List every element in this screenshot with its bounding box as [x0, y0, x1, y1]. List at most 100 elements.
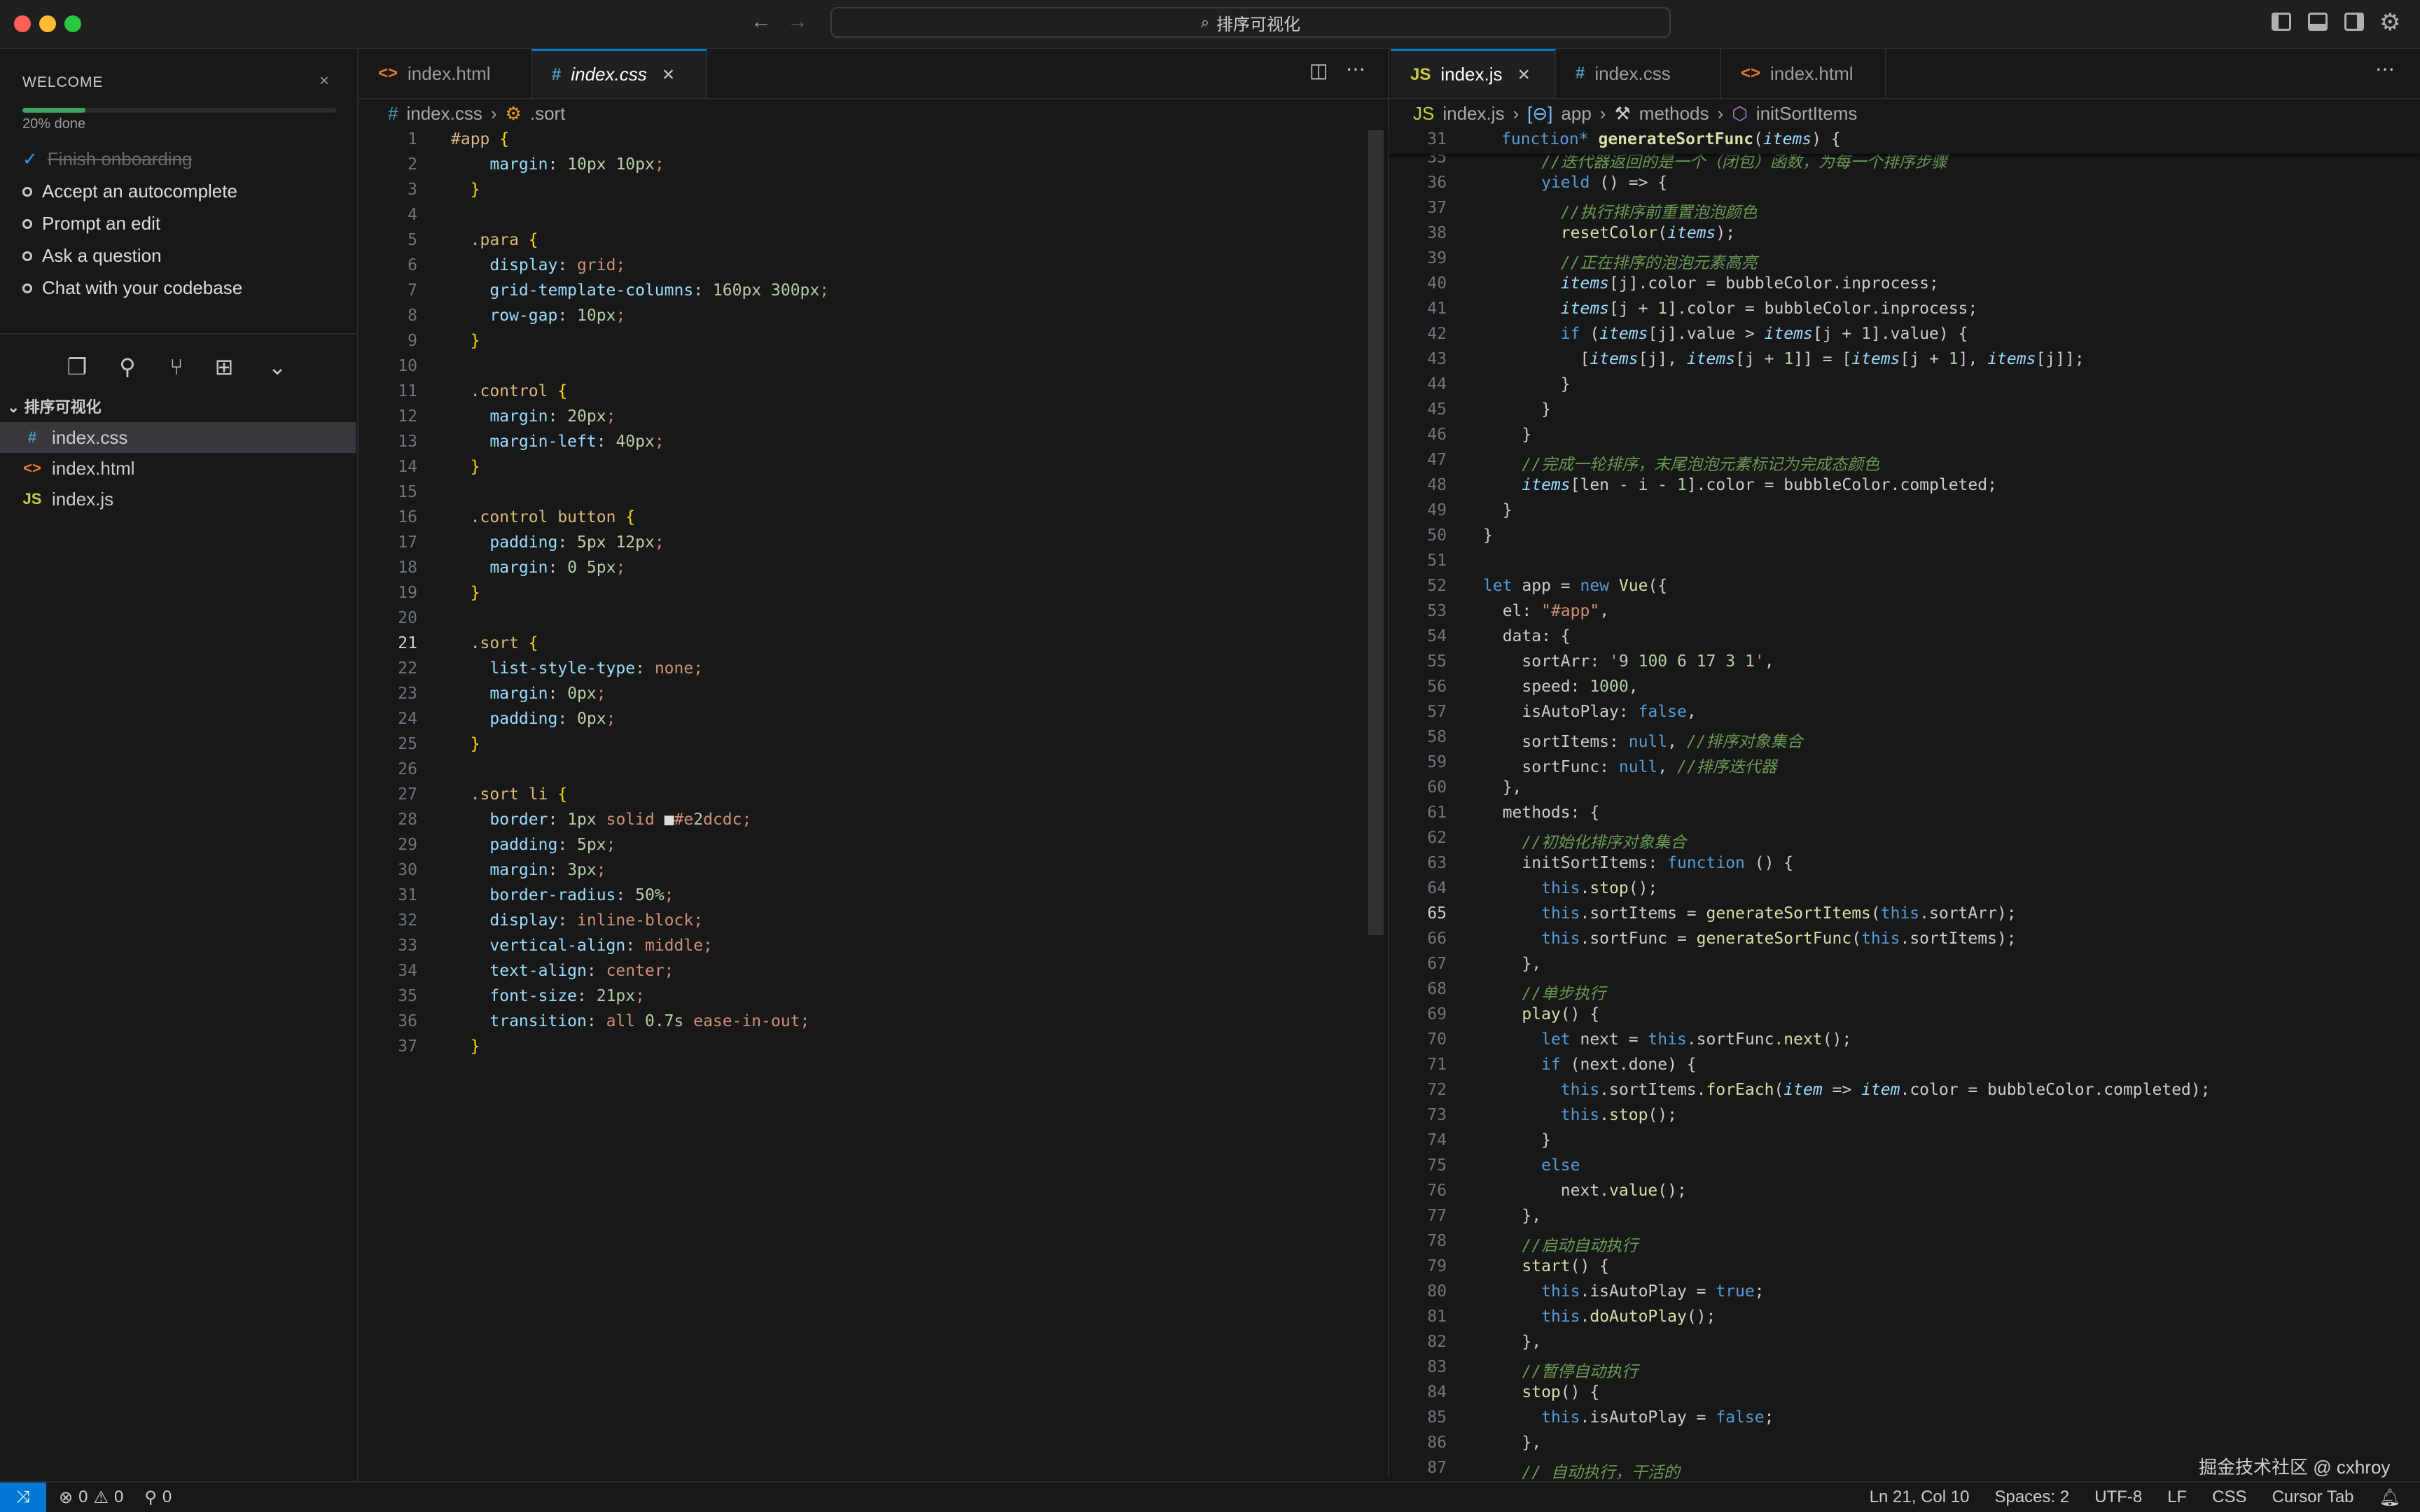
breadcrumb-item[interactable]: .sort	[530, 103, 566, 125]
code-line[interactable]: }	[451, 584, 480, 602]
code-line[interactable]: }	[451, 458, 480, 476]
code-line[interactable]: border: 1px solid ■#e2dcdc;	[451, 811, 751, 829]
cursor-tab[interactable]: Cursor Tab	[2272, 1488, 2354, 1507]
code-line[interactable]: //初始化排序对象集合	[1483, 829, 1686, 853]
code-line[interactable]: let next = this.sortFunc.next();	[1483, 1030, 1851, 1049]
code-line[interactable]: },	[1483, 1207, 1541, 1225]
onboarding-item[interactable]: Chat with your codebase	[22, 277, 242, 299]
code-line[interactable]: padding: 0px;	[451, 710, 616, 728]
code-line[interactable]: //启动自动执行	[1483, 1232, 1638, 1256]
onboarding-item[interactable]: Ask a question	[22, 245, 162, 267]
code-line[interactable]: next.value();	[1483, 1182, 1687, 1200]
code-line[interactable]: // 自动执行，干活的	[1483, 1459, 1680, 1483]
code-line[interactable]: },	[1483, 955, 1541, 973]
code-line[interactable]: padding: 5px;	[451, 836, 616, 854]
language-mode[interactable]: CSS	[2212, 1488, 2246, 1507]
explorer-folder-header[interactable]: ⌄ 排序可视化	[7, 395, 102, 417]
code-line[interactable]: margin: 0 5px;	[451, 559, 625, 577]
code-line[interactable]: start() {	[1483, 1257, 1609, 1275]
file-item[interactable]: <> index.html	[0, 453, 356, 484]
code-line[interactable]: items[len - i - 1].color = bubbleColor.c…	[1483, 476, 1997, 494]
window-close-button[interactable]	[14, 15, 31, 32]
code-line[interactable]: .sort li {	[451, 785, 567, 804]
code-line[interactable]: margin: 20px;	[451, 407, 616, 426]
code-line[interactable]: resetColor(items);	[1483, 224, 1735, 242]
code-line[interactable]: play() {	[1483, 1005, 1599, 1023]
code-line[interactable]: //单步执行	[1483, 980, 1606, 1004]
code-line[interactable]: }	[1483, 501, 1512, 519]
file-item[interactable]: # index.css	[0, 422, 356, 453]
toggle-panel-icon[interactable]	[2308, 13, 2328, 31]
end-of-line[interactable]: LF	[2167, 1488, 2187, 1507]
breadcrumb-item[interactable]: index.css	[406, 103, 482, 125]
toggle-secondary-sidebar-icon[interactable]	[2344, 13, 2364, 31]
code-line[interactable]: grid-template-columns: 160px 300px;	[451, 281, 829, 300]
code-line[interactable]: yield () => {	[1483, 174, 1667, 192]
code-line[interactable]: this.sortItems.forEach(item => item.colo…	[1483, 1081, 2211, 1099]
search-view-icon[interactable]: ⚲	[113, 353, 141, 381]
code-line[interactable]: initSortItems: function () {	[1483, 854, 1793, 872]
breadcrumb-item[interactable]: app	[1561, 103, 1591, 125]
breadcrumb-item[interactable]: methods	[1639, 103, 1709, 125]
code-line[interactable]: text-align: center;	[451, 962, 674, 980]
welcome-close-icon[interactable]: ×	[319, 71, 329, 91]
code-line[interactable]: items[j + 1].color = bubbleColor.inproce…	[1483, 300, 1977, 318]
code-line[interactable]: isAutoPlay: false,	[1483, 703, 1696, 721]
toggle-primary-sidebar-icon[interactable]	[2272, 13, 2291, 31]
code-line[interactable]: .sort {	[451, 634, 538, 652]
code-line[interactable]: methods: {	[1483, 804, 1599, 822]
code-line[interactable]: margin: 10px 10px;	[451, 155, 664, 174]
code-line[interactable]: .control {	[451, 382, 567, 400]
editor-tab[interactable]: # index.css	[1556, 49, 1721, 98]
notifications-bell-icon[interactable]: 🔔︎	[2379, 1488, 2400, 1508]
code-line[interactable]: }	[1483, 1131, 1551, 1149]
settings-gear-icon[interactable]: ⚙	[2379, 8, 2400, 36]
code-line[interactable]: .control button {	[451, 508, 635, 526]
code-line[interactable]: },	[1483, 1434, 1541, 1452]
code-line[interactable]: display: inline-block;	[451, 911, 703, 930]
code-line[interactable]: }	[451, 332, 480, 350]
breadcrumb-item[interactable]: index.js	[1442, 103, 1504, 125]
code-line[interactable]: //暂停自动执行	[1483, 1358, 1638, 1382]
source-control-icon[interactable]: ⑂	[162, 353, 190, 381]
problems-indicator[interactable]: ⊗ 0 ⚠ 0	[59, 1488, 123, 1508]
code-line[interactable]: let app = new Vue({	[1483, 577, 1667, 595]
split-editor-icon[interactable]: ◫	[1309, 59, 1328, 82]
editor-tab[interactable]: <> index.html	[359, 49, 532, 98]
cursor-position[interactable]: Ln 21, Col 10	[1870, 1488, 1970, 1507]
code-line[interactable]: font-size: 21px;	[451, 987, 645, 1005]
code-line[interactable]: #app {	[451, 130, 509, 148]
code-line[interactable]: }	[451, 1037, 480, 1056]
explorer-files-icon[interactable]: ❐	[63, 353, 91, 381]
code-line[interactable]: //正在排序的泡泡元素高亮	[1483, 249, 1758, 273]
indentation[interactable]: Spaces: 2	[1994, 1488, 2069, 1507]
code-line[interactable]: }	[451, 735, 480, 753]
code-line[interactable]: }	[1483, 400, 1551, 419]
onboarding-item[interactable]: Prompt an edit	[22, 213, 160, 234]
code-line[interactable]: //完成一轮排序，末尾泡泡元素标记为完成态颜色	[1483, 451, 1879, 475]
code-line[interactable]: [items[j], items[j + 1]] = [items[j + 1]…	[1483, 350, 2084, 368]
code-line[interactable]: this.sortItems = generateSortItems(this.…	[1483, 904, 2017, 923]
editor-1-scrollbar[interactable]	[1368, 130, 1384, 935]
code-line[interactable]: //执行排序前重置泡泡颜色	[1483, 199, 1758, 223]
code-line[interactable]: if (items[j].value > items[j + 1].value)…	[1483, 325, 1968, 343]
remote-indicator-icon[interactable]: ⤨	[0, 1483, 46, 1512]
tab-close-icon[interactable]: ×	[1518, 63, 1531, 87]
code-line[interactable]: stop() {	[1483, 1383, 1599, 1401]
code-line[interactable]: },	[1483, 1333, 1541, 1351]
window-maximize-button[interactable]	[64, 15, 81, 32]
code-line[interactable]: },	[1483, 778, 1522, 797]
code-line[interactable]: padding: 5px 12px;	[451, 533, 664, 552]
code-line[interactable]: this.stop();	[1483, 1106, 1677, 1124]
code-line[interactable]: this.isAutoPlay = false;	[1483, 1408, 1774, 1427]
code-line[interactable]: else	[1483, 1156, 1580, 1175]
code-line[interactable]: vertical-align: middle;	[451, 937, 713, 955]
back-arrow-icon[interactable]: ←	[751, 10, 772, 34]
code-line[interactable]: speed: 1000,	[1483, 678, 1638, 696]
code-line[interactable]: display: grid;	[451, 256, 625, 274]
command-center-search[interactable]: ⌕ 排序可视化	[830, 7, 1671, 38]
code-line[interactable]: sortArr: '9 100 6 17 3 1',	[1483, 652, 1774, 671]
code-line[interactable]: this.stop();	[1483, 879, 1657, 897]
editor-tab[interactable]: <> index.html	[1721, 49, 1886, 98]
more-views-chevron-down-icon[interactable]: ⌄	[263, 353, 291, 381]
